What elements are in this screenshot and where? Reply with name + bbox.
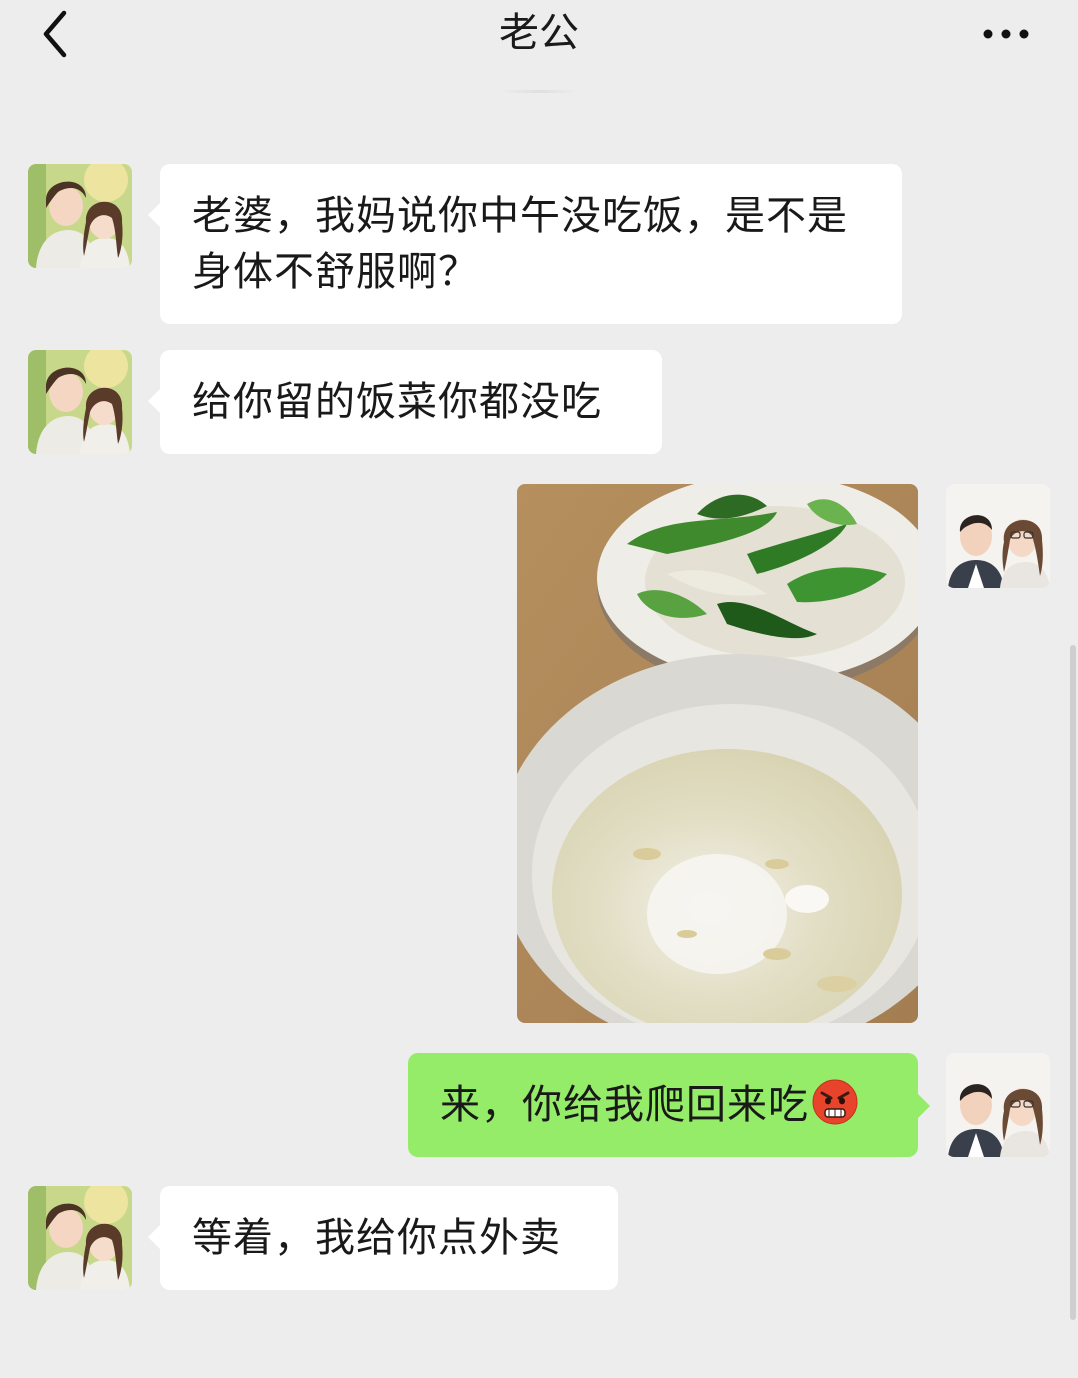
message-text: 给你留的饭菜你都没吃 <box>192 379 602 425</box>
scrollbar[interactable] <box>1070 645 1076 1320</box>
my-avatar[interactable] <box>946 484 1050 588</box>
my-avatar[interactable] <box>946 1053 1050 1157</box>
contact-avatar[interactable] <box>28 350 132 454</box>
message-text: 等着，我给你点外卖 <box>192 1215 561 1261</box>
contact-avatar[interactable] <box>28 164 132 268</box>
message-bubble-incoming[interactable]: 等着，我给你点外卖 <box>148 1186 618 1290</box>
message-text: 来，你给我爬回来吃 <box>440 1082 809 1128</box>
more-dots-icon <box>983 29 1029 39</box>
message-bubble-incoming[interactable]: 给你留的饭菜你都没吃 <box>148 350 662 454</box>
more-options-button[interactable] <box>972 12 1036 56</box>
message-bubble-outgoing[interactable]: 来，你给我爬回来吃 <box>408 1053 930 1157</box>
contact-avatar[interactable] <box>28 1186 132 1290</box>
chat-header: 老公 <box>0 0 1078 90</box>
message-image[interactable] <box>517 484 918 1023</box>
angry-face-icon <box>812 1079 858 1125</box>
divider <box>500 90 578 93</box>
message-bubble-incoming[interactable]: 老婆，我妈说你中午没吃饭，是不是身体不舒服啊？ <box>148 164 902 324</box>
chat-title: 老公 <box>499 10 579 56</box>
message-text: 老婆，我妈说你中午没吃饭，是不是身体不舒服啊？ <box>192 193 848 295</box>
